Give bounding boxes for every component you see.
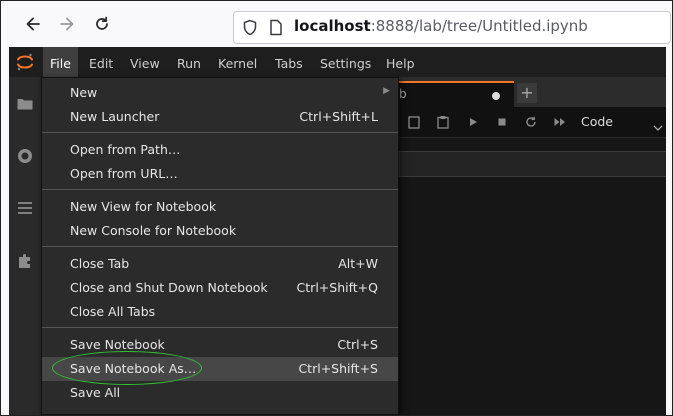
menu-edit[interactable]: Edit — [82, 47, 120, 77]
restart-icon[interactable] — [524, 115, 538, 129]
menu-item-close-tab[interactable]: Close Tab Alt+W — [42, 252, 398, 276]
menu-item-label: Save Notebook — [70, 337, 165, 352]
notebook-toolbar: Code — [399, 107, 666, 138]
left-sidebar — [9, 77, 42, 415]
menu-item-shortcut: Ctrl+Shift+Q — [296, 280, 378, 295]
menu-view[interactable]: View — [123, 47, 167, 77]
browser-toolbar: localhost:8888/lab/tree/Untitled.ipynb — [1, 1, 672, 47]
page-info-icon[interactable] — [269, 19, 283, 40]
code-cell[interactable] — [399, 151, 666, 177]
menu-item-label: New Launcher — [70, 109, 160, 124]
menu-separator — [42, 132, 398, 133]
menu-item-label: New View for Notebook — [70, 199, 217, 214]
menu-item-label: New Console for Notebook — [70, 223, 237, 238]
menu-help[interactable]: Help — [379, 47, 422, 77]
menu-item-label: Close All Tabs — [70, 304, 156, 319]
unsaved-dot-icon[interactable] — [492, 92, 500, 100]
menu-item-label: Close Tab — [70, 256, 130, 271]
copy-icon[interactable] — [407, 115, 421, 129]
back-icon[interactable] — [23, 15, 43, 35]
reload-icon[interactable] — [92, 15, 112, 35]
chevron-down-icon[interactable] — [653, 117, 663, 136]
menu-item-new-launcher[interactable]: New Launcher Ctrl+Shift+L — [42, 105, 398, 129]
menu-item-label: Open from URL… — [70, 166, 178, 181]
run-icon[interactable] — [466, 115, 480, 129]
menu-bar: File Edit View Run Kernel Tabs Settings … — [9, 47, 666, 77]
menu-item-label: New — [70, 85, 98, 100]
submenu-arrow-icon: ▶ — [383, 86, 390, 96]
extension-icon[interactable] — [16, 252, 34, 270]
menu-item-new-view-for-notebook[interactable]: New View for Notebook — [42, 195, 398, 219]
menu-separator — [42, 246, 398, 247]
menu-item-save-notebook[interactable]: Save Notebook Ctrl+S — [42, 333, 398, 357]
shield-icon[interactable] — [242, 19, 258, 40]
menu-item-shortcut: Ctrl+Shift+S — [298, 361, 378, 376]
tab-title: b — [399, 87, 407, 101]
forward-icon[interactable] — [57, 15, 77, 35]
menu-item-open-from-url[interactable]: Open from URL… — [42, 162, 398, 186]
menu-run[interactable]: Run — [170, 47, 208, 77]
jupyter-logo-icon — [15, 52, 35, 72]
menu-item-label: Save Notebook As… — [70, 361, 197, 376]
menu-item-label: Close and Shut Down Notebook — [70, 280, 268, 295]
paste-icon[interactable] — [436, 115, 450, 129]
menu-item-open-from-path[interactable]: Open from Path… — [42, 138, 398, 162]
running-icon[interactable] — [16, 147, 34, 165]
add-tab-button[interactable]: + — [517, 83, 537, 103]
file-menu-dropdown: New ▶ New Launcher Ctrl+Shift+L Open fro… — [41, 77, 399, 415]
menu-tabs[interactable]: Tabs — [268, 47, 310, 77]
menu-item-new[interactable]: New ▶ — [42, 81, 398, 105]
tab-bar: b + — [399, 77, 666, 107]
menu-item-shortcut: Ctrl+Shift+L — [299, 109, 378, 124]
menu-item-save-notebook-as[interactable]: Save Notebook As… Ctrl+Shift+S — [42, 357, 398, 381]
menu-item-close-and-shut-down[interactable]: Close and Shut Down Notebook Ctrl+Shift+… — [42, 276, 398, 300]
browser-window: localhost:8888/lab/tree/Untitled.ipynb F… — [0, 0, 673, 416]
menu-item-close-all-tabs[interactable]: Close All Tabs — [42, 300, 398, 324]
address-bar[interactable]: localhost:8888/lab/tree/Untitled.ipynb — [233, 11, 671, 44]
menu-kernel[interactable]: Kernel — [211, 47, 264, 77]
menu-item-new-console-for-notebook[interactable]: New Console for Notebook — [42, 219, 398, 243]
cell-type-select[interactable]: Code — [581, 114, 613, 129]
menu-item-label: Save All — [70, 385, 121, 400]
stop-icon[interactable] — [495, 115, 509, 129]
menu-separator — [42, 189, 398, 190]
fast-forward-icon[interactable] — [553, 115, 567, 129]
url-path: :8888/lab/tree/Untitled.ipynb — [370, 17, 588, 35]
menu-item-shortcut: Ctrl+S — [337, 337, 378, 352]
url-text[interactable]: localhost:8888/lab/tree/Untitled.ipynb — [294, 17, 588, 35]
table-of-contents-icon[interactable] — [16, 199, 34, 217]
folder-icon[interactable] — [16, 95, 34, 113]
menu-item-label: Open from Path… — [70, 142, 181, 157]
menu-file[interactable]: File — [43, 47, 78, 77]
menu-item-save-all[interactable]: Save All — [42, 381, 398, 405]
url-host: localhost — [294, 17, 371, 35]
menu-item-shortcut: Alt+W — [338, 256, 378, 271]
menu-separator — [42, 327, 398, 328]
notebook-tab[interactable]: b — [399, 81, 514, 107]
menu-settings[interactable]: Settings — [313, 47, 378, 77]
